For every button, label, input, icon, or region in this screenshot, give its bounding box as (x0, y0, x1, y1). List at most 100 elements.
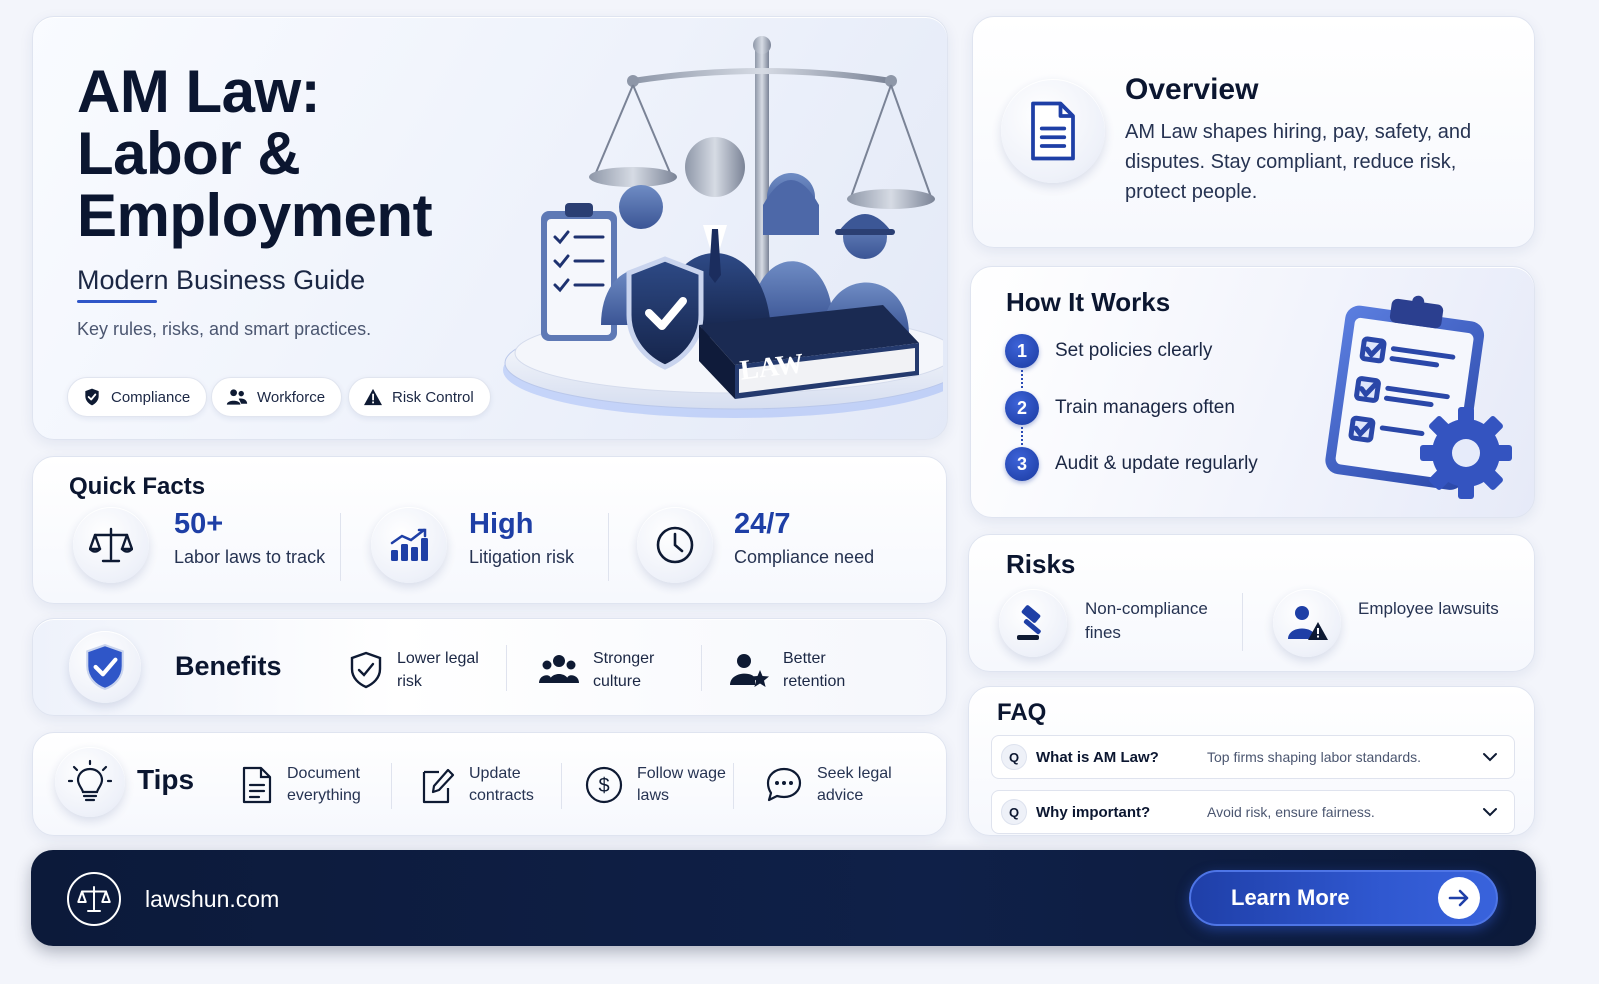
benefit-item: Stronger culture (539, 647, 693, 693)
shield-check-icon (349, 651, 383, 689)
divider (506, 645, 507, 691)
benefit-item: Better retention (729, 647, 883, 693)
faq-answer: Avoid risk, ensure fairness. (1207, 804, 1375, 820)
justice-illustration: LAW (463, 25, 943, 435)
shield-check-icon (69, 631, 141, 703)
overview-card: Overview AM Law shapes hiring, pay, safe… (972, 16, 1535, 248)
footer-bar: lawshun.com Learn More (31, 850, 1536, 946)
tip-label: Seek legal advice (817, 765, 892, 804)
fact-value: 50+ (174, 508, 224, 540)
checklist-gear-icon (1316, 293, 1516, 503)
benefit-label: Better retention (783, 650, 846, 690)
quick-facts-title: Quick Facts (69, 473, 206, 500)
tips-card: Tips Document everything Update contract… (32, 732, 947, 836)
risks-card: Risks Non-compliance fines Employee laws… (968, 534, 1535, 672)
user-warning-icon (1273, 589, 1341, 657)
divider (701, 645, 702, 691)
chat-icon (765, 766, 803, 804)
risk-label: Employee lawsuits (1358, 599, 1499, 618)
benefits-title: Benefits (175, 651, 282, 681)
learn-more-label: Learn More (1231, 885, 1350, 910)
user-star-icon (729, 652, 769, 688)
benefit-item: Lower legal risk (349, 647, 497, 693)
faq-q-badge: Q (1001, 744, 1027, 770)
hero-card: AM Law: Labor & Employment Modern Busine… (32, 16, 948, 440)
arrow-right-icon (1438, 877, 1480, 919)
tip-label: Document everything (287, 765, 361, 804)
divider (1242, 593, 1243, 651)
benefit-label: Lower legal risk (397, 650, 479, 690)
team-icon (539, 653, 579, 687)
faq-item[interactable]: Q Why important? Avoid risk, ensure fair… (991, 790, 1515, 834)
divider (733, 763, 734, 809)
overview-text: AM Law shapes hiring, pay, safety, and d… (1125, 121, 1472, 203)
footer-site-link[interactable]: lawshun.com (145, 886, 279, 913)
hero-subtitle: Modern Business Guide (77, 265, 366, 295)
faq-q-badge: Q (1001, 799, 1027, 825)
warning-icon (363, 388, 383, 406)
quick-facts-card: Quick Facts 50+ Labor laws to track High… (32, 456, 947, 604)
step-label: Set policies clearly (1055, 340, 1213, 361)
fact-label: Labor laws to track (174, 547, 326, 567)
step-number: 3 (1005, 447, 1039, 481)
tip-item: Seek legal advice (765, 763, 917, 807)
tip-label: Follow wage laws (637, 765, 726, 804)
lightbulb-icon (55, 747, 125, 817)
divider (340, 513, 341, 581)
subtitle-underline (77, 300, 157, 303)
step-label: Train managers often (1055, 397, 1235, 418)
fact-label: Litigation risk (469, 547, 575, 567)
faq-card: FAQ Q What is AM Law? Top firms shaping … (968, 686, 1535, 836)
fact-value: High (469, 508, 534, 540)
tips-title: Tips (137, 764, 195, 795)
pill-label: Compliance (111, 388, 191, 406)
fact-label: Compliance need (734, 547, 875, 567)
risk-label: Non-compliance fines (1085, 599, 1208, 642)
divider (608, 513, 609, 581)
step-label: Audit & update regularly (1055, 453, 1258, 474)
faq-title: FAQ (997, 699, 1047, 726)
pill-label: Workforce (257, 388, 326, 406)
chevron-down-icon[interactable] (1482, 752, 1498, 762)
hero-title: AM Law: Labor & Employment (77, 58, 433, 249)
how-it-works-card: How It Works 1 Set policies clearly 2 Tr… (970, 266, 1535, 518)
benefits-card: Benefits Lower legal risk Stronger cultu… (32, 618, 947, 716)
step-item: 3 Audit & update regularly (1005, 447, 1258, 481)
shield-check-icon (82, 387, 102, 407)
step-item: 1 Set policies clearly (1005, 334, 1212, 368)
users-icon (226, 387, 248, 407)
step-connector (1021, 427, 1023, 445)
learn-more-button[interactable]: Learn More (1189, 870, 1498, 926)
document-icon (241, 766, 273, 804)
fact-value: 24/7 (734, 508, 791, 540)
scales-icon (67, 872, 121, 926)
tip-item: Document everything (241, 763, 387, 807)
faq-answer: Top firms shaping labor standards. (1207, 749, 1421, 765)
how-it-works-title: How It Works (1006, 287, 1171, 317)
tip-item: $ Follow wage laws (585, 763, 737, 807)
pill-workforce[interactable]: Workforce (211, 377, 343, 417)
divider (391, 763, 392, 809)
tip-label: Update contracts (469, 765, 534, 804)
pill-compliance[interactable]: Compliance (67, 377, 208, 417)
risks-title: Risks (1006, 549, 1076, 579)
step-item: 2 Train managers often (1005, 391, 1235, 425)
dollar-icon: $ (585, 766, 623, 804)
bar-chart-icon (371, 507, 447, 583)
divider (561, 763, 562, 809)
hero-tagline: Key rules, risks, and smart practices. (77, 319, 372, 339)
pill-label: Risk Control (392, 388, 474, 406)
document-icon (1001, 79, 1105, 183)
step-connector (1021, 370, 1023, 388)
faq-question: Why important? (1036, 803, 1151, 821)
faq-item[interactable]: Q What is AM Law? Top firms shaping labo… (991, 735, 1515, 779)
tip-item: Update contracts (421, 763, 569, 807)
edit-icon (421, 766, 455, 804)
benefit-label: Stronger culture (593, 650, 655, 690)
step-number: 2 (1005, 391, 1039, 425)
faq-question: What is AM Law? (1036, 748, 1159, 766)
chevron-down-icon[interactable] (1482, 807, 1498, 817)
step-number: 1 (1005, 334, 1039, 368)
scales-icon (73, 507, 149, 583)
svg-text:$: $ (598, 775, 609, 797)
